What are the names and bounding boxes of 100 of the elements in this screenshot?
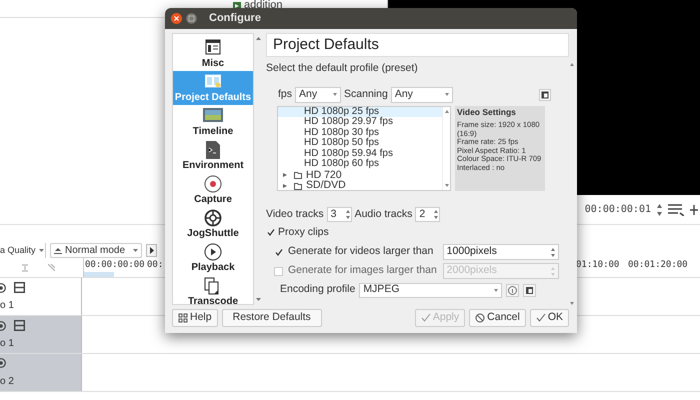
caret-icon bbox=[38, 249, 44, 252]
terminal-icon bbox=[204, 141, 222, 159]
proxy-option-label: Generate for images larger than bbox=[288, 263, 438, 278]
dialog-button[interactable]: OK bbox=[530, 309, 569, 327]
scroll-down-icon[interactable] bbox=[256, 298, 260, 301]
check-icon bbox=[536, 313, 546, 323]
track-header[interactable]: o 1 bbox=[0, 278, 82, 315]
mode-dropdown[interactable]: Normal mode bbox=[50, 243, 142, 258]
spin-arrows-icon bbox=[434, 210, 438, 220]
menu-icon[interactable] bbox=[668, 204, 684, 216]
timeline-icon bbox=[203, 107, 223, 125]
scanning-dropdown[interactable]: Any bbox=[390, 86, 453, 103]
spin-arrows-icon bbox=[346, 210, 350, 220]
category-item[interactable]: Timeline bbox=[173, 105, 253, 139]
film-icon[interactable] bbox=[14, 282, 25, 293]
caret-right-icon bbox=[283, 184, 287, 188]
category-item[interactable]: Misc bbox=[173, 37, 253, 71]
dialog-button: Apply bbox=[414, 309, 466, 327]
scroll-up-icon[interactable] bbox=[444, 110, 448, 113]
audio-tracks-label: Audio tracks bbox=[354, 206, 412, 222]
pixel-size-field: 2000pixels bbox=[442, 263, 559, 280]
ruler-label: 00:01:20:00 bbox=[628, 260, 688, 270]
close-icon[interactable] bbox=[171, 13, 182, 24]
scroll-down-icon[interactable] bbox=[570, 302, 574, 305]
check-icon bbox=[274, 248, 282, 256]
caret-icon bbox=[494, 288, 498, 292]
scanning-label: Scanning bbox=[344, 86, 388, 102]
scroll-up-icon[interactable] bbox=[570, 63, 574, 66]
grid-icon bbox=[178, 313, 188, 323]
profile-item[interactable]: HD 1080p 29.97 fps bbox=[278, 117, 442, 128]
add-icon[interactable] bbox=[690, 204, 698, 216]
ruler-label: 00:00:00:00 bbox=[85, 260, 145, 270]
track-name: o 2 bbox=[0, 376, 15, 387]
scroll-down-icon[interactable] bbox=[444, 184, 448, 187]
ruler-label: 01:10:00 bbox=[576, 260, 620, 270]
check-icon bbox=[266, 228, 274, 236]
fps-label: fps bbox=[278, 86, 292, 102]
category-item[interactable]: JogShuttle bbox=[173, 207, 253, 241]
split-icon bbox=[48, 264, 55, 271]
configure-icon[interactable] bbox=[539, 88, 551, 101]
category-item[interactable]: Capture bbox=[173, 173, 253, 207]
video-settings-heading: Video Settings bbox=[457, 108, 517, 116]
profile-item[interactable]: HD 1080p 25 fps bbox=[278, 106, 442, 118]
zone-bar bbox=[84, 272, 114, 277]
dialog-button[interactable]: Restore Defaults bbox=[222, 309, 322, 327]
category-item[interactable]: Transcode bbox=[173, 275, 253, 304]
scroll-up-icon[interactable] bbox=[256, 37, 260, 40]
info-icon[interactable] bbox=[506, 284, 520, 297]
film-icon[interactable] bbox=[14, 320, 25, 331]
spin-arrows-icon bbox=[551, 266, 555, 276]
record-icon bbox=[204, 175, 222, 193]
encoding-profile-dropdown[interactable]: MJPEG bbox=[359, 282, 502, 298]
dialog-button[interactable]: Help bbox=[172, 309, 218, 327]
quality-dropdown[interactable]: a Quality bbox=[0, 243, 46, 258]
spin-arrows-icon[interactable] bbox=[657, 204, 662, 216]
profile-item[interactable]: HD 1080p 30 fps bbox=[278, 128, 442, 138]
caret-icon bbox=[333, 93, 338, 96]
category-item[interactable]: Environment bbox=[173, 139, 253, 173]
track-header[interactable]: o 1 bbox=[0, 316, 82, 353]
proxy-label: Proxy clips bbox=[278, 224, 329, 240]
profile-folder[interactable]: HD 720 bbox=[278, 170, 442, 180]
cancel-icon bbox=[475, 313, 486, 323]
dial-icon bbox=[204, 209, 222, 227]
spin-arrows-icon bbox=[551, 248, 555, 257]
configure-icon[interactable] bbox=[523, 284, 536, 297]
video-tracks-spinbox[interactable]: 3 bbox=[326, 207, 352, 222]
clip-label: addition bbox=[244, 0, 283, 11]
profile-item[interactable]: HD 1080p 50 fps bbox=[278, 138, 442, 149]
track-height-icon bbox=[22, 264, 28, 272]
caret-icon bbox=[444, 93, 449, 96]
video-tracks-label: Video tracks bbox=[266, 206, 324, 222]
pointer-tool-icon[interactable] bbox=[146, 244, 157, 257]
track-name: o 1 bbox=[0, 300, 15, 311]
page-title: Project Defaults bbox=[266, 33, 569, 57]
timecode-field[interactable]: 00:00:00:01 bbox=[584, 202, 651, 217]
fps-dropdown[interactable]: Any bbox=[295, 86, 342, 103]
minimize-icon[interactable] bbox=[186, 13, 197, 24]
proxy-option-checkbox[interactable] bbox=[274, 248, 283, 257]
play-icon bbox=[204, 243, 222, 261]
profile-item[interactable]: HD 1080p 59.94 fps bbox=[278, 148, 442, 160]
proxy-checkbox[interactable] bbox=[266, 228, 275, 237]
profile-item[interactable]: HD 1080p 60 fps bbox=[278, 159, 442, 170]
prompt-text: Select the default profile (preset) bbox=[266, 61, 419, 76]
track-name: o 1 bbox=[0, 338, 15, 349]
caret-right-icon bbox=[283, 173, 287, 177]
dialog-button[interactable]: Cancel bbox=[469, 309, 526, 327]
audio-tracks-spinbox[interactable]: 2 bbox=[415, 207, 440, 222]
window-title: Configure bbox=[209, 11, 261, 26]
mode-icon bbox=[54, 248, 62, 254]
profile-folder[interactable]: SD/DVD bbox=[278, 180, 442, 191]
quality-value: a Quality bbox=[0, 244, 36, 257]
encoding-profile-label: Encoding profile bbox=[279, 282, 356, 298]
proxy-option-label: Generate for videos larger than bbox=[288, 244, 434, 260]
layout-icon bbox=[205, 39, 221, 57]
caret-icon bbox=[133, 249, 138, 252]
category-item[interactable]: Playback bbox=[173, 241, 253, 275]
ruler-label: 00: bbox=[147, 260, 164, 270]
track-header[interactable]: o 2 bbox=[0, 354, 82, 391]
pixel-size-field[interactable]: 1000pixels bbox=[442, 244, 559, 260]
check-icon bbox=[420, 313, 431, 323]
